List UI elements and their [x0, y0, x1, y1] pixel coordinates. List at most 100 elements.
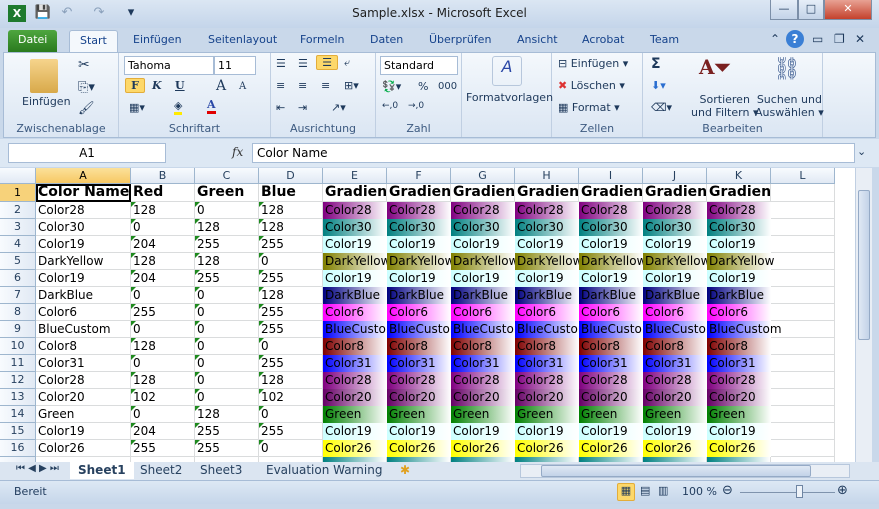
increase-indent-icon[interactable]: ⇥ [298, 101, 307, 114]
green-cell[interactable]: 255 [195, 270, 259, 287]
insert-cells-button[interactable]: ⊟ Einfügen ▾ [558, 57, 628, 70]
tab-ueberpruefen[interactable]: Überprüfen [419, 30, 501, 52]
header-cell[interactable]: Red [131, 184, 195, 202]
gradient-cell[interactable]: Color19 [515, 236, 579, 253]
gradient-cell[interactable]: Color31 [451, 355, 515, 372]
red-cell[interactable]: 204 [131, 270, 195, 287]
empty-cell[interactable] [771, 184, 835, 202]
gradient-cell[interactable]: Color20 [643, 389, 707, 406]
sheet-nav-icons[interactable]: ⏮ ◀ ▶ ⏭ [8, 462, 67, 479]
empty-cell[interactable] [771, 287, 835, 304]
gradient-cell[interactable]: Color20 [707, 389, 771, 406]
color-name-cell[interactable]: Color19 [36, 423, 131, 440]
green-cell[interactable]: 128 [195, 219, 259, 236]
empty-cell[interactable] [771, 270, 835, 287]
empty-cell[interactable] [771, 304, 835, 321]
green-cell[interactable]: 255 [195, 236, 259, 253]
row-header-15[interactable]: 15 [0, 423, 36, 440]
green-cell[interactable]: 0 [195, 372, 259, 389]
blue-cell[interactable]: 255 [259, 270, 323, 287]
gradient-cell[interactable]: Color6 [707, 304, 771, 321]
gradient-cell[interactable]: Color20 [323, 389, 387, 406]
vertical-scrollbar[interactable] [855, 168, 872, 462]
color-name-cell[interactable]: Color30 [36, 219, 131, 236]
gradient-cell[interactable]: Color19 [387, 270, 451, 287]
red-cell[interactable]: 204 [131, 236, 195, 253]
gradient-cell[interactable]: Green [579, 406, 643, 423]
red-cell[interactable]: 0 [131, 355, 195, 372]
page-layout-view-icon[interactable]: ▤ [640, 484, 650, 497]
gradient-cell[interactable]: Color19 [579, 236, 643, 253]
gradient-cell[interactable]: Color26 [707, 440, 771, 457]
clear-icon[interactable]: ⌫▾ [651, 101, 672, 114]
row-header-16[interactable]: 16 [0, 440, 36, 457]
empty-cell[interactable] [771, 355, 835, 372]
row-header-2[interactable]: 2 [0, 202, 36, 219]
gradient-cell[interactable]: Green [515, 406, 579, 423]
worksheet-grid[interactable]: A B C D E F G H I J K L 1 Color Name Red Green Blue Gradi… [0, 168, 855, 462]
gradient-cell[interactable]: DarkBlue [387, 287, 451, 304]
gradient-cell[interactable]: Color8 [707, 338, 771, 355]
gradient-cell[interactable]: DarkBlue [451, 287, 515, 304]
gradient-cell[interactable]: Color28 [323, 372, 387, 389]
column-header-l[interactable]: L [771, 168, 835, 184]
new-sheet-icon[interactable]: ✱ [392, 462, 418, 479]
color-name-cell[interactable]: Color28 [36, 202, 131, 219]
name-box[interactable]: A1 [8, 143, 166, 163]
gradient-cell[interactable]: DarkBlue [643, 287, 707, 304]
zoom-out-icon[interactable]: ⊖ [722, 483, 733, 498]
gradient-cell[interactable]: DarkYellow [707, 253, 774, 270]
gradient-cell[interactable]: Color30 [579, 219, 643, 236]
selected-cell-a1[interactable]: Color Name [36, 184, 131, 202]
gradient-cell[interactable]: Color28 [515, 372, 579, 389]
gradient-cell[interactable]: Color8 [451, 338, 515, 355]
gradient-cell[interactable]: Color31 [323, 355, 387, 372]
color-name-cell[interactable]: DarkBlue [36, 287, 131, 304]
delete-cells-button[interactable]: ✖ Löschen ▾ [558, 79, 625, 92]
tab-team[interactable]: Team [640, 30, 689, 52]
zoom-level[interactable]: 100 % [682, 485, 717, 498]
gradient-cell[interactable]: DarkBlue [707, 287, 771, 304]
column-header-c[interactable]: C [195, 168, 259, 184]
red-cell[interactable]: 255 [131, 440, 195, 457]
blue-cell[interactable]: 128 [259, 202, 323, 219]
gradient-cell[interactable]: Color28 [451, 202, 515, 219]
header-cell[interactable]: Gradient [515, 184, 579, 202]
page-break-view-icon[interactable]: ▥ [658, 484, 668, 497]
gradient-cell[interactable]: DarkBlue [579, 287, 643, 304]
gradient-cell[interactable]: DarkBlue [515, 287, 579, 304]
green-cell[interactable]: 0 [195, 355, 259, 372]
gradient-cell[interactable]: Color31 [579, 355, 643, 372]
gradient-cell[interactable]: BlueCustom [515, 321, 579, 338]
find-binoculars-icon[interactable]: ⛓ [773, 57, 801, 82]
gradient-cell[interactable]: Color19 [387, 423, 451, 440]
column-header-f[interactable]: F [387, 168, 451, 184]
align-top-icon[interactable]: ☰ [276, 57, 286, 70]
cut-icon[interactable]: ✂ [78, 57, 90, 73]
gradient-cell[interactable]: Color19 [515, 423, 579, 440]
empty-cell[interactable] [771, 253, 835, 270]
gradient-cell[interactable]: Color28 [643, 372, 707, 389]
gradient-cell[interactable]: Color28 [579, 202, 643, 219]
blue-cell[interactable]: 0 [259, 440, 323, 457]
header-cell[interactable]: Gradient [387, 184, 451, 202]
sheet-tab-sheet1[interactable]: Sheet1 [70, 462, 134, 479]
fill-color-icon[interactable]: ◈ [174, 99, 183, 115]
format-cells-button[interactable]: ▦ Format ▾ [558, 101, 620, 114]
tab-datei[interactable]: Datei [8, 30, 58, 52]
row-header-8[interactable]: 8 [0, 304, 36, 321]
workbook-restore-icon[interactable]: ❐ [834, 32, 845, 46]
gradient-cell[interactable]: DarkYellow [451, 253, 515, 270]
gradient-cell[interactable]: Color30 [707, 219, 771, 236]
red-cell[interactable]: 204 [131, 423, 195, 440]
row-header-14[interactable]: 14 [0, 406, 36, 423]
red-cell[interactable]: 128 [131, 202, 195, 219]
empty-cell[interactable] [771, 321, 835, 338]
empty-cell[interactable] [771, 236, 835, 253]
gradient-cell[interactable]: DarkYellow [323, 253, 387, 270]
gradient-cell[interactable]: Color6 [451, 304, 515, 321]
empty-cell[interactable] [771, 338, 835, 355]
gradient-cell[interactable]: Color28 [515, 202, 579, 219]
empty-cell[interactable] [771, 406, 835, 423]
workbook-minimize-icon[interactable]: ▭ [812, 32, 823, 46]
